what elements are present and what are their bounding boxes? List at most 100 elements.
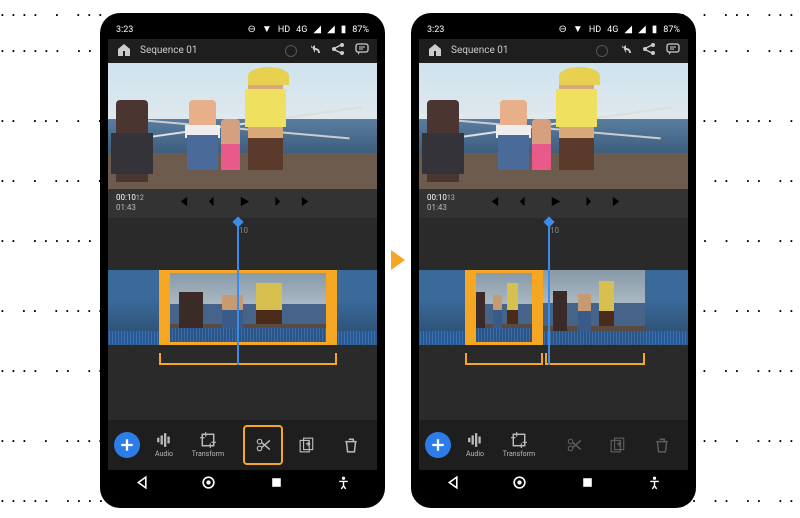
status-net: 4G [607,25,618,35]
do-not-disturb-icon: ⊖ [248,24,256,35]
tool-bar: Audio Transform [108,420,377,470]
step-forward-button[interactable] [269,193,282,212]
battery-icon: ▮ [341,24,347,35]
timeline[interactable]: :10 [108,218,377,420]
skip-end-button[interactable] [300,193,313,212]
add-media-button[interactable] [114,432,140,458]
timeline-clip[interactable] [543,270,645,345]
share-button[interactable] [331,42,345,59]
wifi-icon: ▼ [573,24,583,35]
skip-start-button[interactable] [487,193,500,212]
step-back-button[interactable] [207,193,220,212]
split-clip-button[interactable] [243,425,283,465]
phone-after: 3:23 ⊖ ▼ HD 4G ◢ ◢ ▮ 87% Sequence 01 [411,13,696,508]
step-forward-button[interactable] [580,193,593,212]
timecode-frame: 13 [447,194,455,202]
status-time: 3:23 [116,25,133,35]
status-time: 3:23 [427,25,444,35]
nav-back-button[interactable] [445,475,460,494]
app-header: Sequence 01 [108,39,377,63]
video-preview[interactable]: 00:1012 01:43 [108,63,377,218]
audio-tool-button[interactable]: Audio [455,425,495,465]
selection-bracket [545,353,645,365]
signal-icon: ◢ [624,24,632,35]
status-hd: HD [589,25,601,35]
playhead[interactable] [237,222,239,365]
timeline-clip[interactable] [465,270,543,345]
comment-button[interactable] [355,42,369,59]
timeline-clip[interactable] [419,270,465,345]
timecode-total: 01:43 [427,203,455,213]
status-battery: 87% [352,25,369,35]
timecode-total: 01:43 [116,203,144,213]
timeline-clip[interactable] [159,270,337,345]
play-button[interactable] [549,193,562,212]
transport-controls [152,189,337,218]
signal-icon-2: ◢ [327,24,335,35]
arrow-right-icon [391,250,405,270]
transform-label: Transform [503,450,535,458]
ruler: :10 [419,226,688,240]
clip-track[interactable] [108,270,377,345]
nav-accessibility-button[interactable] [336,475,351,494]
preview-frame [108,63,377,189]
status-net: 4G [296,25,307,35]
tool-bar: Audio Transform [419,420,688,470]
step-back-button[interactable] [518,193,531,212]
status-hd: HD [278,25,290,35]
home-button[interactable] [116,42,130,59]
split-clip-button[interactable] [554,425,594,465]
nav-accessibility-button[interactable] [647,475,662,494]
timeline[interactable]: :10 [419,218,688,420]
play-button[interactable] [238,193,251,212]
sequence-title[interactable]: Sequence 01 [451,45,586,56]
duplicate-clip-button[interactable] [287,425,327,465]
timeline-clip[interactable] [645,270,688,345]
home-button[interactable] [427,42,441,59]
skip-start-button[interactable] [176,193,189,212]
timeline-clip[interactable] [108,270,159,345]
audio-tool-button[interactable]: Audio [144,425,184,465]
timecode-current: 00:10 [116,193,136,202]
selection-bracket [159,353,337,365]
transform-tool-button[interactable]: Transform [188,425,228,465]
delete-clip-button[interactable] [642,425,682,465]
android-nav-bar [108,470,377,500]
undo-button[interactable] [307,42,321,59]
record-indicator [596,45,608,57]
clip-track[interactable] [419,270,688,345]
nav-recent-button[interactable] [580,475,595,494]
phone-before: 3:23 ⊖ ▼ HD 4G ◢ ◢ ▮ 87% Sequence 01 [100,13,385,508]
selection-bracket [465,353,543,365]
undo-button[interactable] [618,42,632,59]
comment-button[interactable] [666,42,680,59]
transform-tool-button[interactable]: Transform [499,425,539,465]
audio-label: Audio [466,450,484,458]
playhead[interactable] [548,222,550,365]
duplicate-clip-button[interactable] [598,425,638,465]
sequence-title[interactable]: Sequence 01 [140,45,275,56]
transform-label: Transform [192,450,224,458]
add-media-button[interactable] [425,432,451,458]
status-bar: 3:23 ⊖ ▼ HD 4G ◢ ◢ ▮ 87% [419,21,688,39]
battery-icon: ▮ [652,24,658,35]
timeline-clip[interactable] [337,270,377,345]
timecode-current: 00:10 [427,193,447,202]
nav-back-button[interactable] [134,475,149,494]
transport-controls [463,189,648,218]
signal-icon-2: ◢ [638,24,646,35]
timecode-frame: 12 [136,194,144,202]
skip-end-button[interactable] [611,193,624,212]
status-bar: 3:23 ⊖ ▼ HD 4G ◢ ◢ ▮ 87% [108,21,377,39]
android-nav-bar [419,470,688,500]
nav-home-button[interactable] [512,475,527,494]
app-header: Sequence 01 [419,39,688,63]
nav-home-button[interactable] [201,475,216,494]
video-preview[interactable]: 00:1013 01:43 [419,63,688,218]
status-battery: 87% [663,25,680,35]
audio-label: Audio [155,450,173,458]
preview-frame [419,63,688,189]
nav-recent-button[interactable] [269,475,284,494]
delete-clip-button[interactable] [331,425,371,465]
share-button[interactable] [642,42,656,59]
